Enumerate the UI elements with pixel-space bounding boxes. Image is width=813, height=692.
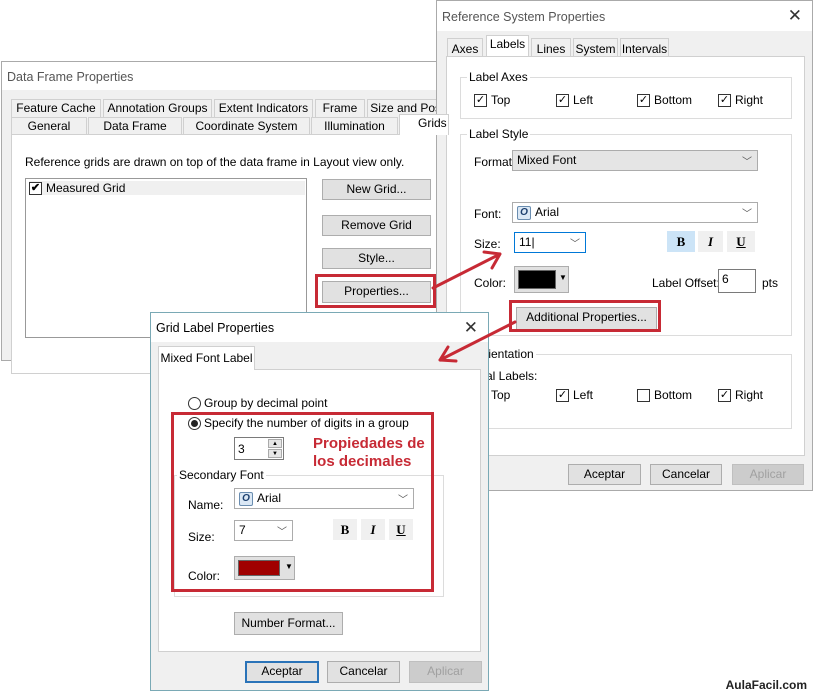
arrow-to-size: [431, 250, 502, 290]
arrow-to-grid-label: [438, 320, 517, 363]
annotation-arrows: [431, 250, 517, 363]
